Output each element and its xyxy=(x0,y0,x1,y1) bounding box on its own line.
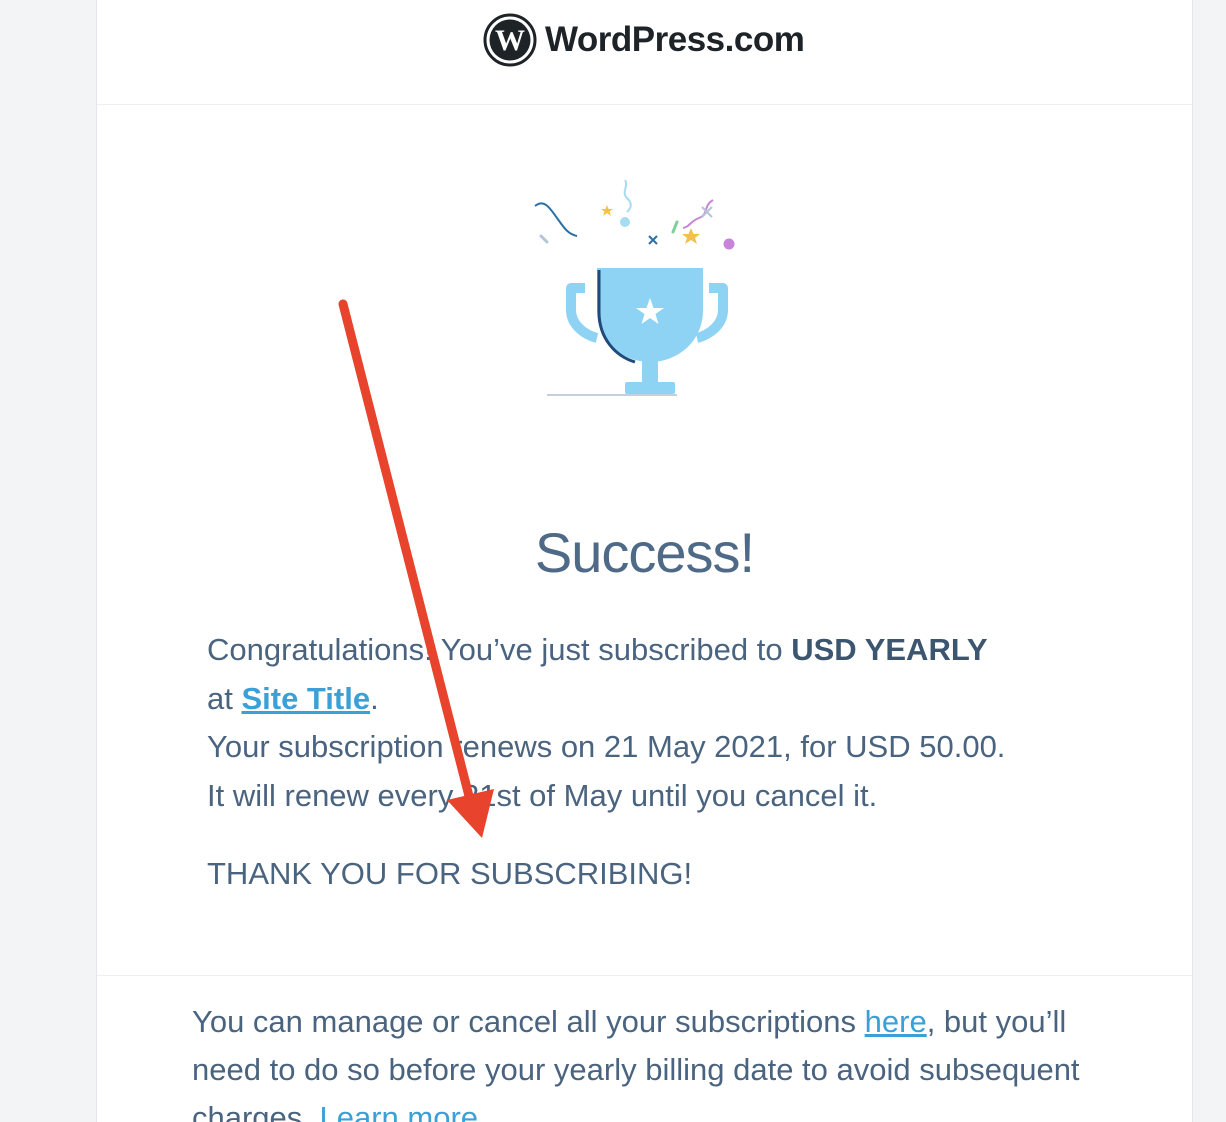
logo-text: WordPress.com xyxy=(545,20,805,59)
learn-more-link[interactable]: Learn more xyxy=(320,1100,479,1122)
site-title-link[interactable]: Site Title xyxy=(241,681,370,716)
manage-here-link[interactable]: here xyxy=(865,1004,927,1039)
success-heading: Success! xyxy=(534,520,755,584)
confetti-streamer-blue xyxy=(534,202,578,237)
plan-name: USD YEARLY xyxy=(791,632,988,667)
confetti-dot-blue xyxy=(620,217,630,227)
confetti-star-large xyxy=(682,228,700,244)
trophy-stem xyxy=(642,360,658,384)
trophy-base xyxy=(625,382,675,394)
section-divider xyxy=(97,975,1192,976)
at-text: at xyxy=(207,680,242,716)
manage-subscriptions-text: You can manage or cancel all your subscr… xyxy=(192,998,1092,1122)
trophy-handle-left xyxy=(566,283,599,343)
wordpress-logo[interactable]: W WordPress.com xyxy=(483,12,805,68)
svg-text:W: W xyxy=(495,24,525,57)
confetti-star-small xyxy=(601,205,613,216)
renew-every-text: It will renew every 21st of May until yo… xyxy=(207,777,878,813)
confetti-cross-blue xyxy=(648,235,658,245)
congrats-text: Congratulations! You’ve just subscribed … xyxy=(207,632,792,667)
email-card: W WordPress.com Success! Congratulations… xyxy=(96,0,1193,1122)
email-header: W WordPress.com xyxy=(97,0,1192,105)
confetti-dot-purple xyxy=(723,238,735,250)
period-text: . xyxy=(370,680,379,716)
confetti-gray xyxy=(539,234,549,244)
trophy-confetti-icon xyxy=(534,179,735,396)
thank-you-text: THANK YOU FOR SUBSCRIBING! xyxy=(207,856,693,891)
renew-date-text: Your subscription renews on 21 May 2021,… xyxy=(207,729,1006,764)
confetti-green xyxy=(671,220,679,234)
subscription-message: Congratulations! You’ve just subscribed … xyxy=(207,626,1127,820)
wordpress-logo-icon: W xyxy=(483,13,537,67)
footer-text-1: You can manage or cancel all your subscr… xyxy=(192,1004,865,1039)
confetti-streamer-light xyxy=(623,179,632,213)
